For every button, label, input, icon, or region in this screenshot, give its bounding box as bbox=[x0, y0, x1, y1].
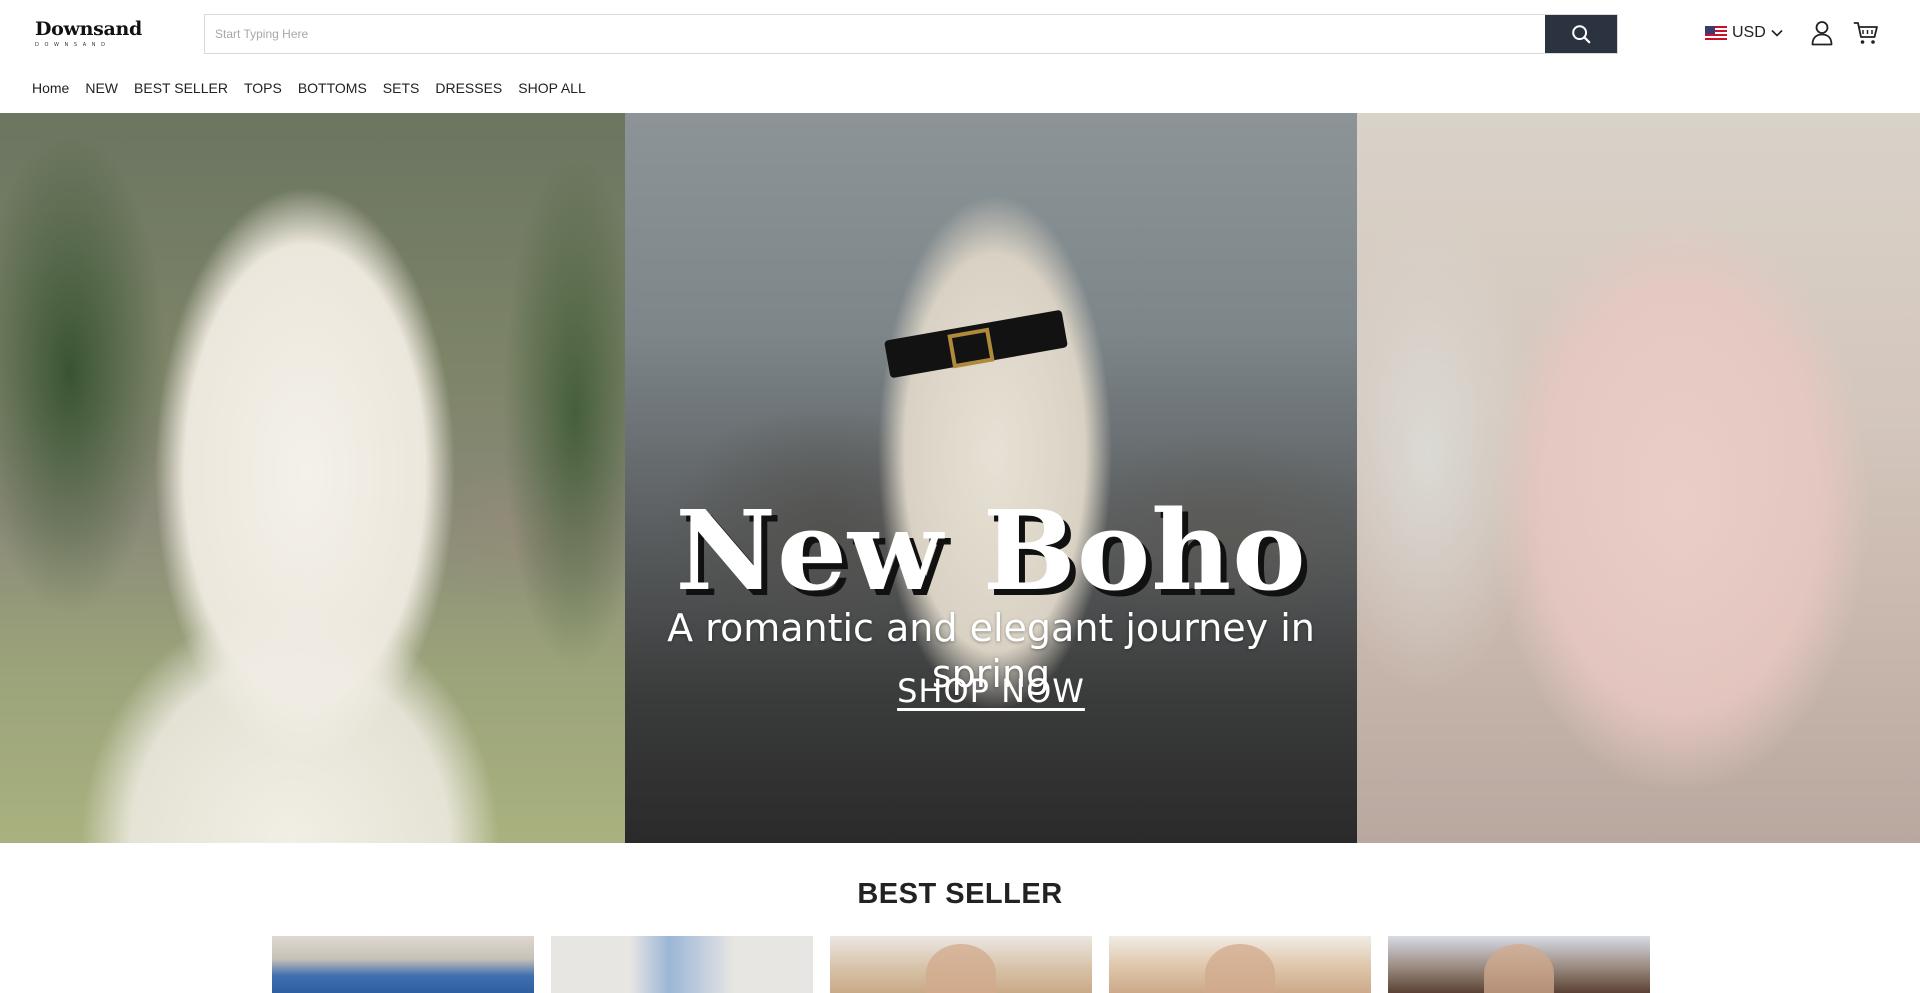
product-card[interactable] bbox=[1388, 936, 1650, 993]
site-header: Downsand DOWNSAND USD bbox=[0, 0, 1920, 113]
main-nav: Home NEW BEST SELLER TOPS BOTTOMS SETS D… bbox=[32, 79, 586, 97]
best-seller-title: BEST SELLER bbox=[857, 878, 1063, 910]
nav-item-new[interactable]: NEW bbox=[85, 79, 118, 97]
product-card[interactable] bbox=[272, 936, 534, 993]
hero-title: New Boho bbox=[675, 486, 1307, 615]
product-image bbox=[1205, 944, 1275, 993]
user-icon bbox=[1811, 21, 1833, 46]
nav-item-home[interactable]: Home bbox=[32, 79, 69, 97]
shop-now-link[interactable]: SHOP NOW bbox=[625, 671, 1357, 711]
nav-item-best-seller[interactable]: BEST SELLER bbox=[134, 79, 228, 97]
cart-button[interactable] bbox=[1853, 20, 1879, 46]
currency-selector[interactable]: USD bbox=[1705, 22, 1783, 44]
account-button[interactable] bbox=[1810, 20, 1834, 46]
brand-name: Downsand bbox=[35, 18, 143, 40]
chevron-down-icon bbox=[1771, 29, 1783, 37]
cart-icon bbox=[1853, 22, 1878, 44]
search-icon bbox=[1572, 25, 1591, 44]
best-seller-grid bbox=[272, 936, 1650, 993]
product-card[interactable] bbox=[551, 936, 813, 993]
hero-banner[interactable]: New Boho A romantic and elegant journey … bbox=[0, 113, 1920, 843]
product-image bbox=[1484, 944, 1554, 993]
nav-item-sets[interactable]: SETS bbox=[383, 79, 420, 97]
brand-tagline: DOWNSAND bbox=[35, 42, 111, 48]
belt-buckle bbox=[947, 327, 995, 369]
white-dress-skirt bbox=[10, 443, 570, 843]
nav-item-tops[interactable]: TOPS bbox=[244, 79, 282, 97]
search-button[interactable] bbox=[1545, 15, 1617, 53]
product-card[interactable] bbox=[1109, 936, 1371, 993]
currency-label: USD bbox=[1732, 24, 1766, 41]
nav-item-bottoms[interactable]: BOTTOMS bbox=[298, 79, 367, 97]
search-input[interactable] bbox=[205, 15, 1545, 53]
us-flag-icon bbox=[1705, 25, 1727, 41]
nav-item-shop-all[interactable]: SHOP ALL bbox=[518, 79, 585, 97]
product-image bbox=[926, 944, 996, 993]
brand-logo[interactable]: Downsand DOWNSAND bbox=[35, 18, 143, 50]
product-card[interactable] bbox=[830, 936, 1092, 993]
pink-dress-figure bbox=[1380, 113, 1920, 843]
search-bar bbox=[204, 14, 1618, 54]
nav-item-dresses[interactable]: DRESSES bbox=[435, 79, 502, 97]
